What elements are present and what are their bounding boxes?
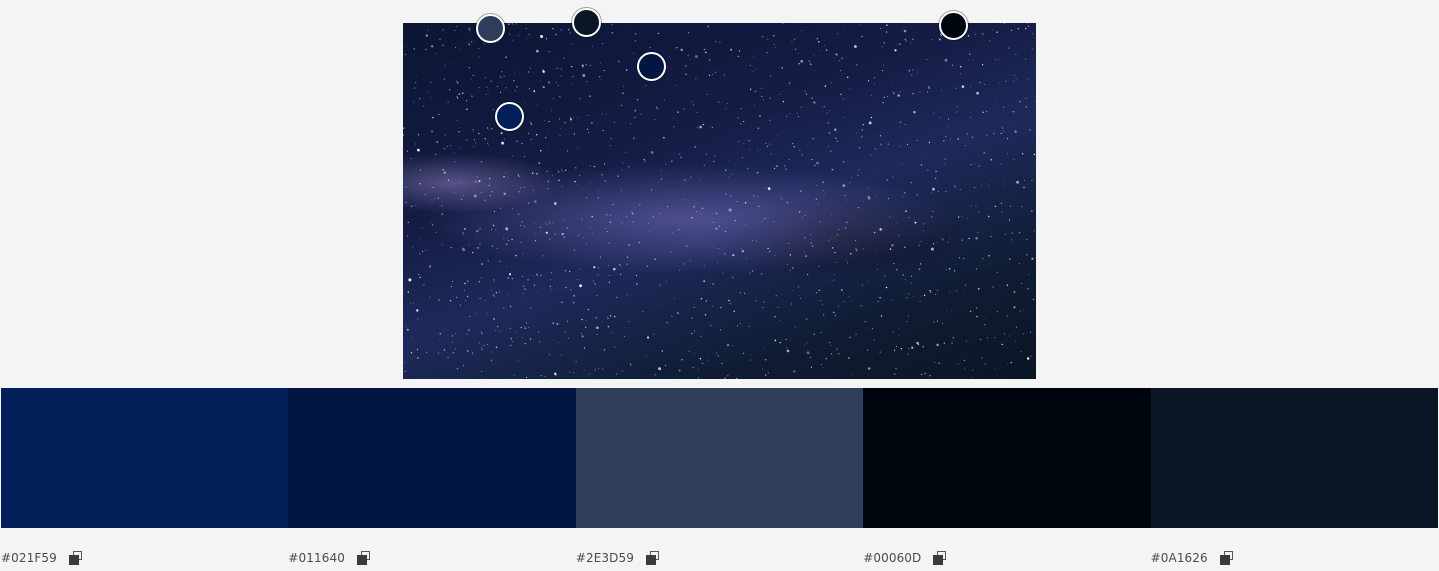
copy-icon[interactable] xyxy=(68,551,83,565)
color-picker-marker-4[interactable] xyxy=(495,102,524,131)
swatch-row xyxy=(1,388,1439,528)
swatch-label-2: #011640 xyxy=(288,549,575,567)
swatch-4[interactable] xyxy=(863,388,1151,528)
color-picker-marker-1[interactable] xyxy=(476,14,505,43)
swatch-2[interactable] xyxy=(288,388,576,528)
hex-value: #011640 xyxy=(288,551,345,565)
color-picker-marker-3[interactable] xyxy=(637,52,666,81)
hex-value: #0A1626 xyxy=(1150,551,1208,565)
swatch-5[interactable] xyxy=(1150,388,1439,528)
hex-value: #021F59 xyxy=(1,551,57,565)
color-picker-marker-5[interactable] xyxy=(939,11,968,40)
color-picker-marker-2[interactable] xyxy=(572,8,601,37)
swatch-labels: #021F59 #011640 #2E3D59 #00060D #0A1626 xyxy=(1,549,1438,567)
swatch-3[interactable] xyxy=(575,388,864,528)
copy-icon[interactable] xyxy=(1219,551,1234,565)
hex-value: #00060D xyxy=(863,551,922,565)
source-photo xyxy=(403,23,1036,379)
copy-icon[interactable] xyxy=(356,551,371,565)
swatch-label-3: #2E3D59 xyxy=(576,549,863,567)
hex-value: #2E3D59 xyxy=(575,551,634,565)
swatch-label-1: #021F59 xyxy=(1,549,288,567)
copy-icon[interactable] xyxy=(645,551,660,565)
swatch-label-5: #0A1626 xyxy=(1151,549,1438,567)
swatch-label-4: #00060D xyxy=(863,549,1150,567)
swatch-1[interactable] xyxy=(1,388,289,528)
copy-icon[interactable] xyxy=(933,551,947,565)
starfield-image xyxy=(403,23,1036,379)
